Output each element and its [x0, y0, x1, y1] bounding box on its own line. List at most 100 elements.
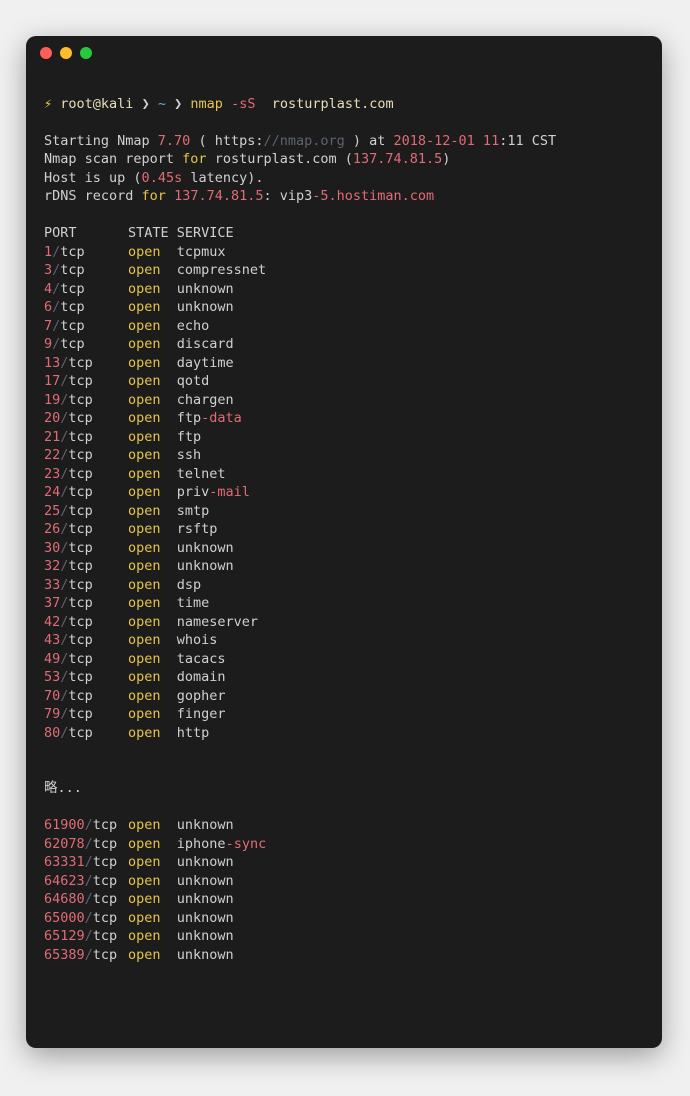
table-row: 1/tcp open tcpmux	[44, 243, 266, 262]
port-cell: 70/tcp	[44, 687, 128, 706]
state-cell: open	[128, 465, 177, 484]
col-state-header: STATE	[128, 224, 177, 243]
service-cell: time	[177, 594, 266, 613]
state-cell: open	[128, 391, 177, 410]
table-row: 65129/tcp open unknown	[44, 927, 266, 946]
state-cell: open	[128, 853, 177, 872]
table-row: 25/tcp open smtp	[44, 502, 266, 521]
service-cell: tcpmux	[177, 243, 266, 262]
state-cell: open	[128, 372, 177, 391]
table-row: 22/tcp open ssh	[44, 446, 266, 465]
port-cell: 22/tcp	[44, 446, 128, 465]
table-row: 19/tcp open chargen	[44, 391, 266, 410]
terminal-window: ⚡ root@kali ❯ ~ ❯ nmap -sS rosturplast.c…	[26, 36, 662, 1048]
state-cell: open	[128, 502, 177, 521]
output-line: Nmap scan report for rosturplast.com (13…	[44, 151, 450, 167]
table-row: 32/tcp open unknown	[44, 557, 266, 576]
state-cell: open	[128, 280, 177, 299]
service-cell: unknown	[177, 557, 266, 576]
table-row: 65000/tcp open unknown	[44, 909, 266, 928]
port-cell: 64680/tcp	[44, 890, 128, 909]
table-row: 30/tcp open unknown	[44, 539, 266, 558]
port-cell: 63331/tcp	[44, 853, 128, 872]
service-cell: unknown	[177, 927, 266, 946]
terminal-body[interactable]: ⚡ root@kali ❯ ~ ❯ nmap -sS rosturplast.c…	[26, 70, 662, 1019]
port-cell: 79/tcp	[44, 705, 128, 724]
cwd: ~	[158, 96, 166, 112]
port-cell: 65129/tcp	[44, 927, 128, 946]
state-cell: open	[128, 816, 177, 835]
maximize-icon[interactable]	[80, 47, 92, 59]
prompt-line: ⚡ root@kali ❯ ~ ❯ nmap -sS rosturplast.c…	[44, 95, 644, 114]
col-service-header: SERVICE	[177, 224, 266, 243]
bolt-icon: ⚡	[44, 96, 52, 112]
state-cell: open	[128, 724, 177, 743]
minimize-icon[interactable]	[60, 47, 72, 59]
table-row: 61900/tcp open unknown	[44, 816, 266, 835]
port-cell: 4/tcp	[44, 280, 128, 299]
state-cell: open	[128, 872, 177, 891]
port-cell: 53/tcp	[44, 668, 128, 687]
state-cell: open	[128, 668, 177, 687]
state-cell: open	[128, 446, 177, 465]
table-row: 37/tcp open time	[44, 594, 266, 613]
table-row: 9/tcp open discard	[44, 335, 266, 354]
table-row: 26/tcp open rsftp	[44, 520, 266, 539]
close-icon[interactable]	[40, 47, 52, 59]
port-cell: 21/tcp	[44, 428, 128, 447]
ports-table: PORTSTATESERVICE 1/tcp open tcpmux3/tcp …	[44, 224, 266, 742]
state-cell: open	[128, 835, 177, 854]
service-cell: unknown	[177, 298, 266, 317]
blank-line	[44, 762, 52, 778]
table-row: 64623/tcp open unknown	[44, 872, 266, 891]
table-row: 79/tcp open finger	[44, 705, 266, 724]
service-cell: dsp	[177, 576, 266, 595]
service-cell: telnet	[177, 465, 266, 484]
state-cell: open	[128, 890, 177, 909]
state-cell: open	[128, 909, 177, 928]
state-cell: open	[128, 705, 177, 724]
state-cell: open	[128, 539, 177, 558]
port-cell: 6/tcp	[44, 298, 128, 317]
state-cell: open	[128, 687, 177, 706]
state-cell: open	[128, 631, 177, 650]
table-row: 7/tcp open echo	[44, 317, 266, 336]
output-line: Starting Nmap 7.70 ( https://nmap.org ) …	[44, 133, 556, 149]
service-cell: unknown	[177, 816, 266, 835]
table-row: 23/tcp open telnet	[44, 465, 266, 484]
state-cell: open	[128, 354, 177, 373]
table-row: 33/tcp open dsp	[44, 576, 266, 595]
command-target: rosturplast.com	[272, 96, 394, 112]
service-cell: finger	[177, 705, 266, 724]
table-row: 53/tcp open domain	[44, 668, 266, 687]
blank-line	[44, 207, 52, 223]
state-cell: open	[128, 520, 177, 539]
service-cell: ftp	[177, 428, 266, 447]
port-cell: 64623/tcp	[44, 872, 128, 891]
state-cell: open	[128, 428, 177, 447]
state-cell: open	[128, 594, 177, 613]
state-cell: open	[128, 243, 177, 262]
port-cell: 13/tcp	[44, 354, 128, 373]
port-cell: 17/tcp	[44, 372, 128, 391]
service-cell: gopher	[177, 687, 266, 706]
port-cell: 43/tcp	[44, 631, 128, 650]
port-cell: 26/tcp	[44, 520, 128, 539]
service-cell: tacacs	[177, 650, 266, 669]
service-cell: echo	[177, 317, 266, 336]
port-cell: 3/tcp	[44, 261, 128, 280]
port-cell: 61900/tcp	[44, 816, 128, 835]
service-cell: unknown	[177, 946, 266, 965]
output-line: Host is up (0.45s latency).	[44, 170, 263, 186]
state-cell: open	[128, 576, 177, 595]
table-row: 80/tcp open http	[44, 724, 266, 743]
table-row: 17/tcp open qotd	[44, 372, 266, 391]
port-cell: 80/tcp	[44, 724, 128, 743]
command-base: nmap	[190, 96, 223, 112]
service-cell: compressnet	[177, 261, 266, 280]
port-cell: 30/tcp	[44, 539, 128, 558]
table-row: 13/tcp open daytime	[44, 354, 266, 373]
ellipsis-line: 略...	[44, 780, 82, 796]
port-cell: 7/tcp	[44, 317, 128, 336]
port-cell: 65389/tcp	[44, 946, 128, 965]
